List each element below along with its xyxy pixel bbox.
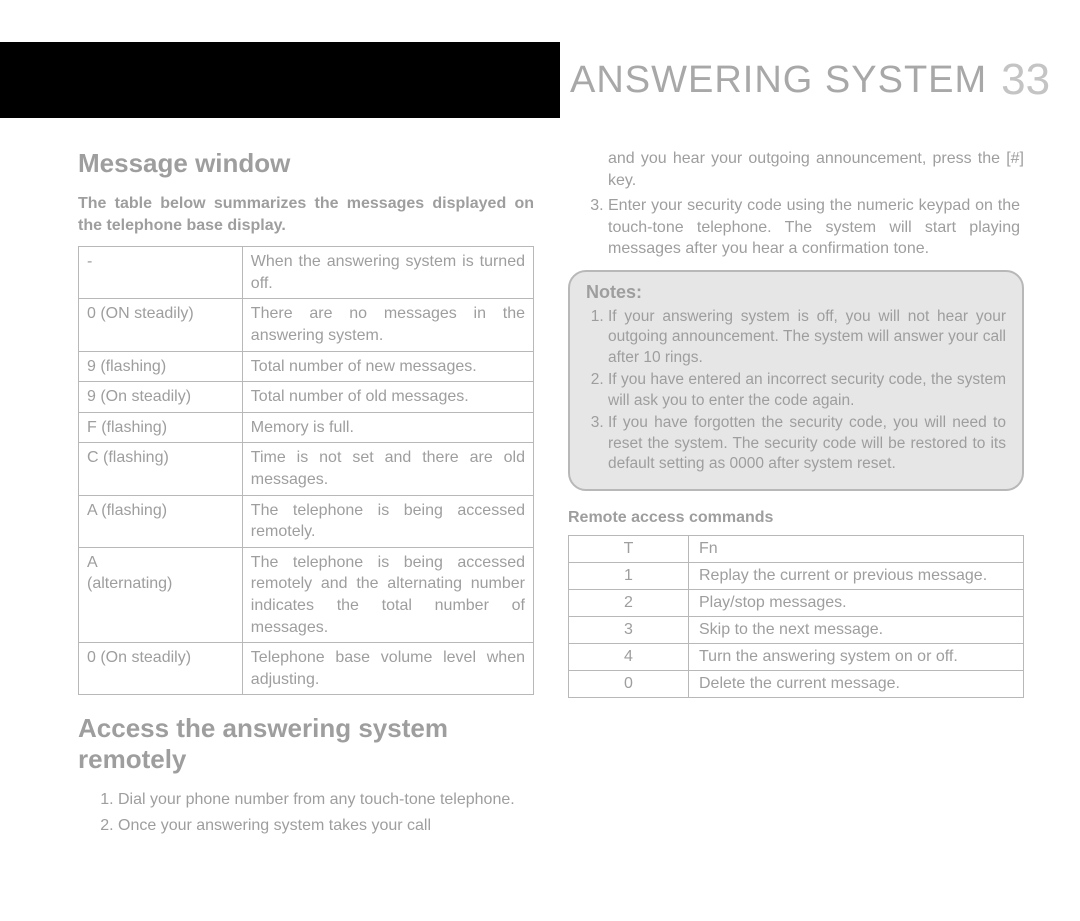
msg-desc: The telephone is being accessed remotely…	[242, 495, 533, 547]
msg-desc: When the answering system is turned off.	[242, 247, 533, 299]
table-row: 0Delete the current message.	[569, 670, 1024, 697]
msg-desc: Total number of new messages.	[242, 351, 533, 382]
msg-desc: Time is not set and there are old messag…	[242, 443, 533, 495]
list-item: Enter your security code using the numer…	[608, 195, 1024, 260]
table-row: C (flashing)Time is not set and there ar…	[79, 443, 534, 495]
content-area: Message window The table below summarize…	[78, 148, 1024, 881]
message-window-table: -When the answering system is turned off…	[78, 246, 534, 695]
cmd-fn: Replay the current or previous message.	[689, 562, 1024, 589]
header-title: ANSWERING SYSTEM	[570, 59, 987, 102]
msg-code: 9 (On steadily)	[79, 382, 243, 413]
cmds-header-fn: Fn	[689, 535, 1024, 562]
notes-box: Notes: If your answering system is off, …	[568, 270, 1024, 491]
msg-code: C (flashing)	[79, 443, 243, 495]
cmd-key: 1	[569, 562, 689, 589]
page-header: ANSWERING SYSTEM 33	[0, 42, 1080, 118]
list-item: If you have forgotten the security code,…	[608, 413, 1006, 474]
cmd-fn: Turn the answering system on or off.	[689, 643, 1024, 670]
msg-desc: Total number of old messages.	[242, 382, 533, 413]
table-row: 0 (ON steadily)There are no messages in …	[79, 299, 534, 351]
table-row: 2Play/stop messages.	[569, 589, 1024, 616]
left-column: Message window The table below summarize…	[78, 148, 534, 881]
msg-code: A (flashing)	[79, 495, 243, 547]
msg-desc: Memory is full.	[242, 412, 533, 443]
table-header-row: T Fn	[569, 535, 1024, 562]
table-row: 1Replay the current or previous message.	[569, 562, 1024, 589]
notes-list: If your answering system is off, you wil…	[586, 307, 1006, 475]
msg-desc: There are no messages in the answering s…	[242, 299, 533, 351]
remote-commands-table: T Fn 1Replay the current or previous mes…	[568, 535, 1024, 698]
msg-code: 9 (flashing)	[79, 351, 243, 382]
msg-code: A (alternating)	[79, 547, 243, 642]
heading-message-window: Message window	[78, 148, 534, 179]
table-row: A (flashing)The telephone is being acces…	[79, 495, 534, 547]
remote-steps-list-part2: Enter your security code using the numer…	[568, 195, 1024, 260]
msg-code: -	[79, 247, 243, 299]
cmd-fn: Skip to the next message.	[689, 616, 1024, 643]
lead-text: The table below summarizes the messages …	[78, 193, 534, 236]
cmd-key: 3	[569, 616, 689, 643]
msg-desc: The telephone is being accessed remotely…	[242, 547, 533, 642]
list-item: If you have entered an incorrect securit…	[608, 370, 1006, 411]
msg-code: F (flashing)	[79, 412, 243, 443]
list-item: Once your answering system takes your ca…	[118, 815, 534, 837]
heading-remote-access: Access the answering system remotely	[78, 713, 534, 775]
notes-heading: Notes:	[586, 282, 1006, 303]
cmd-key: 0	[569, 670, 689, 697]
msg-desc: Telephone base volume level when adjusti…	[242, 643, 533, 695]
list-item: If your answering system is off, you wil…	[608, 307, 1006, 368]
msg-code: 0 (On steadily)	[79, 643, 243, 695]
cmd-fn: Delete the current message.	[689, 670, 1024, 697]
remote-commands-heading: Remote access commands	[568, 509, 1024, 527]
list-item: Dial your phone number from any touch-to…	[118, 789, 534, 811]
table-row: 0 (On steadily)Telephone base volume lev…	[79, 643, 534, 695]
remote-steps-list-part1: Dial your phone number from any touch-to…	[78, 789, 534, 836]
table-row: 9 (On steadily)Total number of old messa…	[79, 382, 534, 413]
step2-continuation: and you hear your outgoing announcement,…	[568, 148, 1024, 191]
table-row: -When the answering system is turned off…	[79, 247, 534, 299]
right-column: and you hear your outgoing announcement,…	[568, 148, 1024, 881]
table-row: A (alternating)The telephone is being ac…	[79, 547, 534, 642]
cmds-header-key: T	[569, 535, 689, 562]
table-row: 4Turn the answering system on or off.	[569, 643, 1024, 670]
header-page-number: 33	[1001, 55, 1050, 105]
cmd-key: 2	[569, 589, 689, 616]
table-row: 3Skip to the next message.	[569, 616, 1024, 643]
cmd-fn: Play/stop messages.	[689, 589, 1024, 616]
cmd-key: 4	[569, 643, 689, 670]
manual-page: ANSWERING SYSTEM 33 Message window The t…	[0, 0, 1080, 921]
table-row: F (flashing)Memory is full.	[79, 412, 534, 443]
msg-code: 0 (ON steadily)	[79, 299, 243, 351]
table-row: 9 (flashing)Total number of new messages…	[79, 351, 534, 382]
